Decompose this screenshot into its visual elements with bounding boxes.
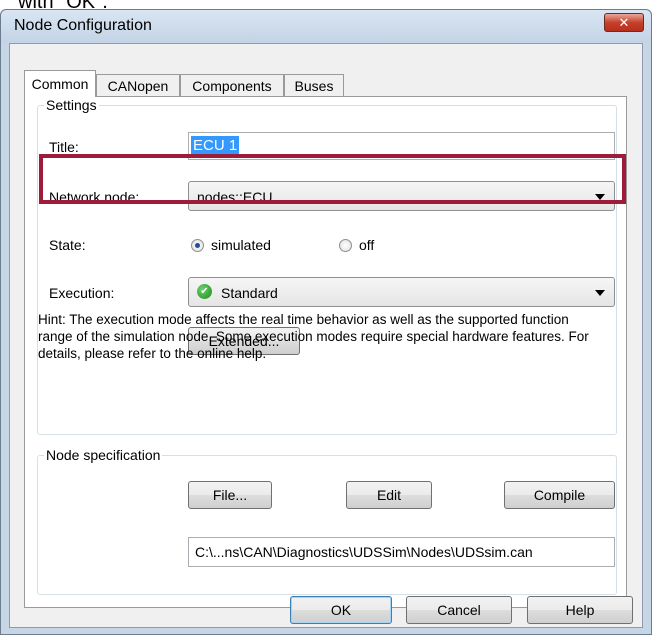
- tab-buses[interactable]: Buses: [284, 74, 344, 96]
- tab-label: Common: [31, 76, 89, 92]
- execution-value: Standard: [221, 285, 278, 301]
- tab-components[interactable]: Components: [180, 74, 284, 96]
- file-button[interactable]: File...: [188, 481, 272, 509]
- cancel-button[interactable]: Cancel: [406, 596, 512, 624]
- state-simulated-label[interactable]: simulated: [211, 237, 271, 253]
- title-input-value: ECU 1: [191, 136, 240, 155]
- chevron-down-icon: [595, 290, 605, 296]
- title-bar[interactable]: Node Configuration ✕: [1, 10, 651, 42]
- tab-canopen[interactable]: CANopen: [96, 74, 180, 96]
- execution-hint-text: Hint: The execution mode affects the rea…: [38, 312, 589, 361]
- title-label: Title:: [49, 139, 79, 155]
- state-simulated-radio[interactable]: [191, 239, 204, 252]
- node-specification-group: Node specification: [37, 447, 617, 595]
- tab-label: CANopen: [107, 77, 169, 94]
- execution-dropdown[interactable]: ✔ Standard: [188, 277, 615, 307]
- execution-label: Execution:: [49, 285, 115, 301]
- network-node-highlight-box: [39, 154, 626, 204]
- tab-label: Buses: [294, 77, 334, 94]
- close-icon: ✕: [618, 14, 630, 30]
- close-button[interactable]: ✕: [604, 13, 644, 32]
- tab-label: Components: [192, 77, 272, 94]
- node-file-path: C:\...ns\CAN\Diagnostics\UDSSim\Nodes\UD…: [195, 544, 533, 560]
- edit-button[interactable]: Edit: [346, 481, 432, 509]
- state-off-label[interactable]: off: [359, 237, 374, 253]
- state-label: State:: [49, 237, 86, 253]
- state-off-radio[interactable]: [339, 239, 352, 252]
- node-specification-group-label: Node specification: [44, 447, 163, 463]
- check-circle-icon: ✔: [197, 284, 212, 299]
- ok-button[interactable]: OK: [290, 596, 392, 624]
- window-title: Node Configuration: [14, 17, 152, 34]
- settings-group-label: Settings: [44, 97, 99, 113]
- node-file-path-field[interactable]: C:\...ns\CAN\Diagnostics\UDSSim\Nodes\UD…: [188, 537, 615, 567]
- help-button[interactable]: Help: [527, 596, 633, 624]
- compile-button[interactable]: Compile: [504, 481, 615, 509]
- tab-common[interactable]: Common: [24, 70, 96, 97]
